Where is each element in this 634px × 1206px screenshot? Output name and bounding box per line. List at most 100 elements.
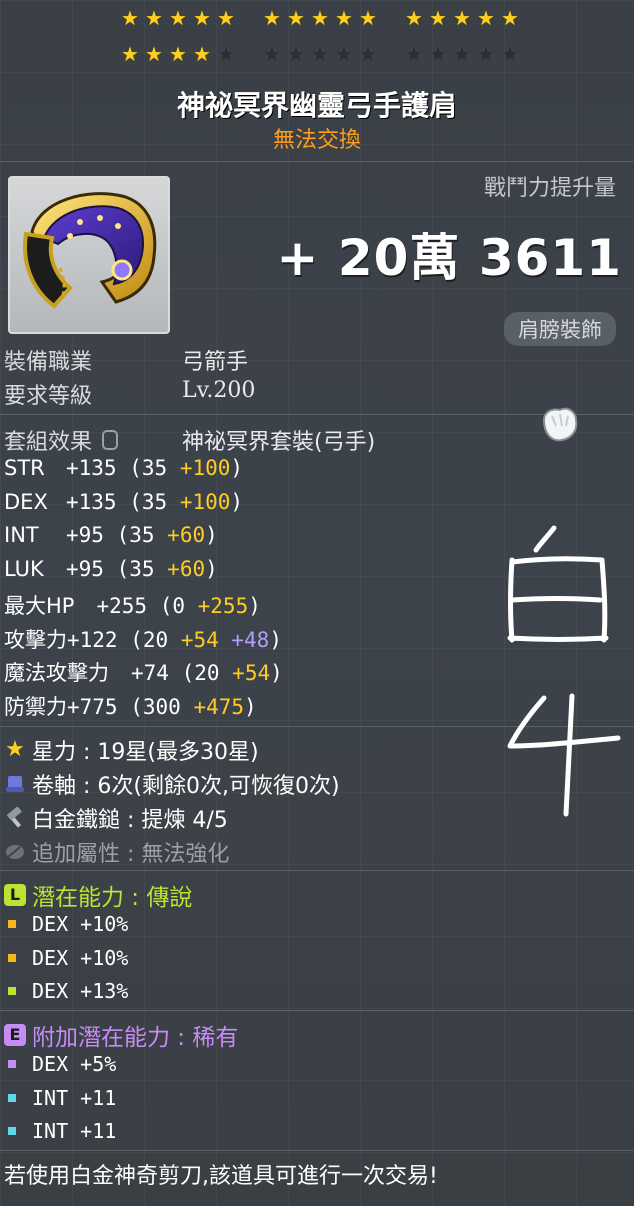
- set-effect-label-row: 套組效果: [4, 424, 119, 456]
- star-empty-icon: ★: [453, 42, 471, 66]
- scroll-line: 卷軸 : 6次(剩餘0次,可恢復0次): [4, 768, 340, 800]
- stat-bonus: +475: [193, 694, 245, 719]
- level-value: Lv.200: [182, 378, 256, 403]
- divider: [0, 1150, 634, 1151]
- bonus-potential-label: 附加潛在能力 : 稀有: [32, 1025, 239, 1051]
- stat-name: INT: [4, 523, 39, 547]
- stat-name: DEX: [4, 489, 48, 514]
- star-filled-icon: ★: [145, 42, 163, 66]
- stat-total: +135: [66, 456, 117, 480]
- star-row-2: ★ ★ ★ ★ ★ ★ ★ ★ ★ ★ ★ ★ ★ ★ ★: [120, 44, 520, 64]
- stat-close: ): [230, 456, 244, 480]
- stat-total: +74: [131, 661, 169, 685]
- stat-bonus: +60: [167, 556, 206, 581]
- stat-base: (20: [130, 627, 181, 652]
- star-filled-icon: ★: [335, 6, 353, 30]
- bullet-icon: [8, 1093, 16, 1102]
- shoulder-armor-icon: [23, 192, 157, 309]
- hammer-icon: [7, 807, 22, 828]
- potential-line: INT +11: [8, 1086, 116, 1110]
- additional-option-text: 追加屬性 : 無法強化: [32, 842, 230, 867]
- star-filled-icon: ★: [169, 42, 187, 66]
- star-filled-icon: ★: [429, 6, 447, 30]
- star-filled-icon: ★: [311, 6, 329, 30]
- epic-badge-icon: E: [4, 1024, 26, 1046]
- star-empty-icon: ★: [405, 42, 423, 66]
- additional-option-line: 追加屬性 : 無法強化: [4, 836, 229, 868]
- star-empty-icon: ★: [287, 42, 305, 66]
- potential-line: DEX +5%: [8, 1052, 116, 1076]
- stat-line: 防禦力+775 (300 +475): [4, 691, 257, 721]
- stat-line: DEX +135 (35 +100): [4, 490, 243, 514]
- stat-name: 魔法攻擊力: [4, 661, 109, 685]
- stat-close: ): [270, 661, 283, 685]
- stat-line: 最大HP +255 (0 +255): [4, 590, 261, 620]
- potential-line: DEX +10%: [8, 946, 128, 970]
- divider: [0, 1010, 634, 1011]
- scroll-text: 卷軸 : 6次(剩餘0次,可恢復0次): [32, 774, 340, 799]
- bullet-icon: [8, 1127, 16, 1135]
- handwritten-annotation: [507, 525, 621, 817]
- star-empty-icon: ★: [359, 42, 377, 66]
- star-filled-icon: ★: [453, 6, 471, 30]
- star-row-1: ★ ★ ★ ★ ★ ★ ★ ★ ★ ★ ★ ★ ★ ★ ★: [120, 8, 520, 28]
- legendary-badge-icon: L: [4, 884, 26, 906]
- bullet-icon: [8, 1060, 16, 1068]
- potential-text: DEX +10%: [32, 912, 129, 936]
- potential-line: DEX +13%: [8, 979, 128, 1003]
- potential-text: INT +11: [32, 1085, 117, 1110]
- stat-total: +135: [66, 489, 117, 514]
- starforce-text: 星力 : 19星(最多30星): [32, 740, 259, 765]
- star-empty-icon: ★: [263, 42, 281, 66]
- stat-base: (300: [130, 694, 194, 719]
- stat-bonus: +255: [197, 594, 249, 618]
- stat-base: (35: [116, 523, 168, 547]
- set-effect-label: 套組效果: [4, 430, 93, 455]
- bullet-icon: [8, 987, 16, 995]
- bonus-potential-header: E 附加潛在能力 : 稀有: [4, 1018, 238, 1052]
- job-value: 弓箭手: [182, 350, 249, 375]
- star-filled-icon: ★: [287, 6, 305, 30]
- stat-total: +775: [67, 694, 118, 719]
- star-filled-icon: ★: [501, 6, 519, 30]
- stat-name: 防禦力: [4, 694, 67, 719]
- potential-text: INT +11: [32, 1119, 117, 1143]
- trade-status: 無法交換: [272, 128, 361, 153]
- stat-close: ): [248, 594, 261, 618]
- stat-bonus: +54: [232, 661, 271, 685]
- stat-extra: +48: [218, 627, 270, 652]
- stat-line: INT +95 (35 +60): [4, 523, 218, 547]
- potential-header: L 潛在能力 : 傳說: [4, 878, 192, 912]
- trade-hint: 若使用白金神奇剪刀,該道具可進行一次交易!: [4, 1164, 438, 1189]
- stat-close: ): [205, 556, 218, 581]
- item-icon-frame[interactable]: [8, 176, 170, 334]
- divider: [0, 870, 634, 871]
- star-icon: ★: [5, 737, 25, 762]
- stat-line: 魔法攻擊力 +74 (20 +54): [4, 657, 283, 687]
- set-effect-value: 神祕冥界套裝(弓手): [182, 430, 376, 455]
- star-empty-icon: ★: [501, 42, 519, 66]
- star-empty-icon: ★: [335, 42, 353, 66]
- star-filled-icon: ★: [359, 6, 377, 30]
- star-filled-icon: ★: [169, 6, 187, 30]
- stat-base: (0: [159, 594, 198, 618]
- potential-text: DEX +5%: [32, 1052, 117, 1076]
- stat-line: STR +135 (35 +100): [4, 456, 243, 480]
- potential-line: DEX +10%: [8, 912, 128, 936]
- combat-power-label: 戰鬥力提升量: [483, 176, 616, 201]
- star-empty-icon: ★: [217, 42, 235, 66]
- stat-total: +122: [67, 627, 118, 652]
- star-group: ★ ★ ★ ★ ★: [262, 44, 378, 64]
- star-filled-icon: ★: [263, 6, 281, 30]
- platinum-hammer-line: 白金鐵鎚 : 提煉 4/5: [4, 802, 228, 834]
- star-filled-icon: ★: [121, 42, 139, 66]
- potential-label: 潛在能力 : 傳說: [32, 885, 193, 911]
- star-group: ★ ★ ★ ★ ★: [404, 8, 520, 28]
- stat-bonus: +54: [180, 627, 219, 652]
- stat-close: ): [230, 489, 244, 514]
- stat-total: +95: [66, 523, 104, 547]
- star-filled-icon: ★: [217, 6, 235, 30]
- divider: [0, 161, 634, 162]
- stat-close: ): [269, 627, 282, 652]
- glove-icon: [542, 407, 578, 442]
